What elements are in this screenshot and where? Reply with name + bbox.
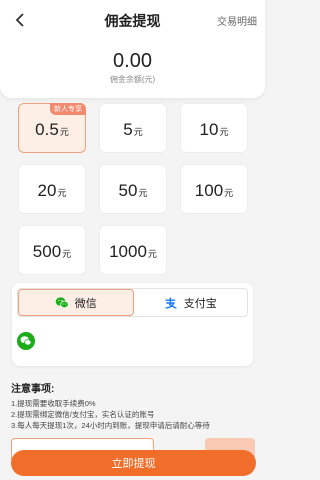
amount-unit: 元 bbox=[57, 188, 67, 198]
balance-label: 佣金余额(元) bbox=[109, 75, 156, 84]
amount-option-6[interactable]: 500 元 bbox=[18, 225, 86, 275]
tab-alipay[interactable]: 支付宝 bbox=[134, 289, 248, 316]
amount-unit: 元 bbox=[219, 127, 229, 137]
note-line-2: 2.提现需绑定微信/支付宝，实名认证的账号 bbox=[11, 410, 155, 419]
note-line-3: 3.每人每天提现1次，24小时内到账，提现申请后请耐心等待 bbox=[11, 421, 210, 430]
new-user-badge: 新人专享 bbox=[50, 103, 86, 115]
withdraw-submit-button[interactable]: 立即提现 bbox=[11, 450, 256, 476]
header-card: 佣金提现 交易明细 0.00 佣金余额(元) bbox=[0, 0, 265, 98]
amount-unit: 元 bbox=[59, 127, 69, 137]
amount-value: 100 bbox=[194, 181, 224, 200]
notes-title: 注意事项: bbox=[11, 384, 55, 395]
amount-value: 0.5 bbox=[35, 120, 59, 139]
amount-option-7[interactable]: 1000 元 bbox=[99, 225, 167, 275]
payment-tabs: 微信 支付宝 bbox=[17, 288, 248, 317]
amount-unit: 元 bbox=[224, 188, 234, 198]
amount-option-4[interactable]: 50 元 bbox=[99, 164, 167, 214]
amount-value: 10 bbox=[199, 120, 219, 139]
tab-alipay-label: 支付宝 bbox=[183, 297, 217, 310]
amount-unit: 元 bbox=[62, 249, 72, 259]
notes-section: 注意事项: 1.提现需要收取手续费0% 2.提现需绑定微信/支付宝，实名认证的账… bbox=[11, 380, 256, 431]
amount-value: 5 bbox=[123, 120, 133, 139]
amount-option-0[interactable]: 新人专享 0.5 元 bbox=[18, 103, 86, 153]
amount-unit: 元 bbox=[147, 249, 157, 259]
amount-option-3[interactable]: 20 元 bbox=[18, 164, 86, 214]
amount-option-1[interactable]: 5元 bbox=[99, 103, 167, 153]
amount-grid: 新人专享 0.5 元 5元 10 元 20 元 50 元 100 元 500 元 1000 元 bbox=[18, 103, 248, 275]
amount-option-2[interactable]: 10 元 bbox=[180, 103, 248, 153]
alipay-icon bbox=[165, 296, 177, 309]
amount-unit: 元 bbox=[133, 127, 143, 137]
balance-amount: 0.00 bbox=[113, 50, 152, 72]
amount-unit: 元 bbox=[138, 188, 148, 198]
wechat-account-icon[interactable] bbox=[17, 332, 35, 350]
transaction-detail-link[interactable]: 交易明细 bbox=[217, 13, 257, 28]
amount-option-5[interactable]: 100 元 bbox=[180, 164, 248, 214]
amount-value: 50 bbox=[118, 181, 138, 200]
wechat-icon bbox=[55, 296, 69, 308]
tab-wechat[interactable]: 微信 bbox=[18, 289, 134, 316]
amount-value: 1000 bbox=[109, 242, 147, 261]
payment-method-card: 微信 支付宝 bbox=[12, 283, 253, 366]
amount-value: 500 bbox=[32, 242, 62, 261]
note-line-1: 1.提现需要收取手续费0% bbox=[11, 399, 96, 408]
tab-wechat-label: 微信 bbox=[74, 297, 97, 310]
amount-value: 20 bbox=[37, 181, 57, 200]
